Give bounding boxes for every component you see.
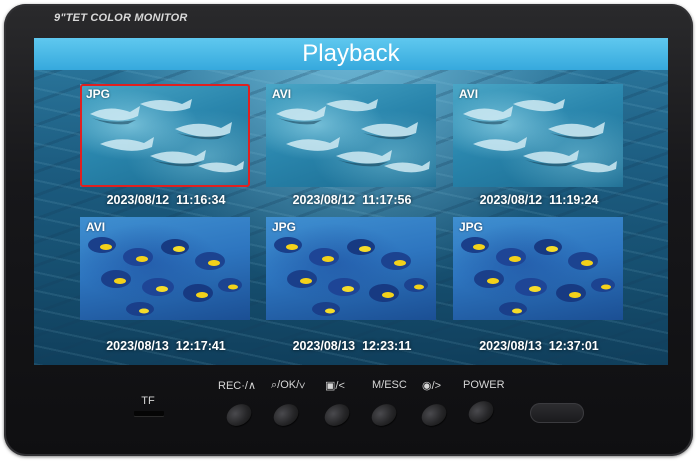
file-type-label: JPG <box>272 220 297 234</box>
file-type-label: AVI <box>272 87 292 101</box>
gallery-icon: ▣ <box>325 380 336 392</box>
gallery-left-label: ▣/< <box>325 380 345 392</box>
file-timestamp-4: 2023/08/13 12:17:41 <box>106 339 226 353</box>
power-label: POWER <box>463 379 505 391</box>
reef-fish-image <box>88 237 242 316</box>
menu-esc-label: M/ESC <box>372 379 407 391</box>
file-timestamp-3: 2023/08/12 11:19:24 <box>479 193 599 207</box>
page-title: Playback <box>302 40 400 67</box>
file-timestamp-5: 2023/08/13 12:23:11 <box>292 339 412 353</box>
rec-up-label: REC·/∧ <box>218 380 256 392</box>
tf-card-slot[interactable] <box>134 411 164 416</box>
file-thumbnail-6[interactable]: JPG <box>453 217 623 320</box>
camera-right-label: ◉/> <box>422 380 442 392</box>
power-indicator-panel <box>530 403 584 423</box>
file-timestamp-2: 2023/08/12 11:17:56 <box>292 193 412 207</box>
file-type-label: AVI <box>86 220 106 234</box>
file-type-label: JPG <box>459 220 484 234</box>
zoom-ok-down-label: ⌕/OK/∨ <box>271 379 306 391</box>
file-timestamp-6: 2023/08/13 12:37:01 <box>479 339 599 353</box>
playback-screen: Playback JPG AVI AVI 2023/08/12 11:16:34… <box>34 38 668 365</box>
file-thumbnail-4[interactable]: AVI <box>80 217 250 320</box>
file-timestamp-1: 2023/08/12 11:16:34 <box>106 193 226 207</box>
file-type-label: AVI <box>459 87 479 101</box>
file-thumbnail-5[interactable]: JPG <box>266 217 436 320</box>
file-thumbnail-3[interactable]: AVI <box>453 84 623 187</box>
tf-card-label: TF <box>141 395 155 407</box>
shark-school-image <box>463 99 617 173</box>
title-bar: Playback <box>34 38 668 70</box>
file-thumbnail-1[interactable]: JPG <box>80 84 250 187</box>
file-thumbnail-2[interactable]: AVI <box>266 84 436 187</box>
shark-school-image <box>276 99 430 173</box>
brand-label: 9"TET COLOR MONITOR <box>54 12 188 24</box>
camera-icon: ◉ <box>422 380 432 392</box>
file-type-label: JPG <box>86 87 111 101</box>
shark-school-image <box>90 99 244 173</box>
